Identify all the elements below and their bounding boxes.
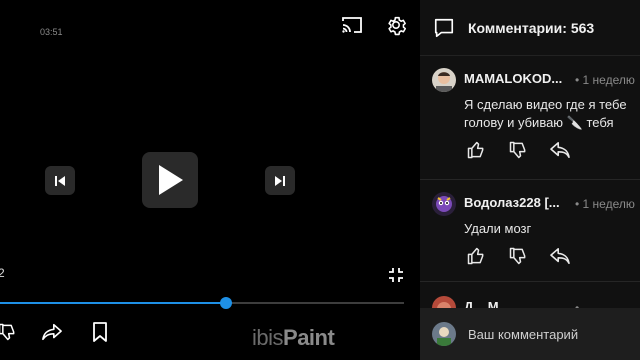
comment-item: Водолаз228 [... • 1 неделю Удали мозг <box>420 186 640 282</box>
comment-date: • 1 неделю <box>575 73 635 87</box>
comment-text: Удали мозг <box>464 221 532 236</box>
thumb-down-icon[interactable] <box>506 138 530 162</box>
seek-progress <box>0 302 227 304</box>
play-button[interactable] <box>142 152 198 208</box>
comment-icon <box>432 16 456 40</box>
comment-actions <box>464 138 594 162</box>
thumb-up-icon[interactable] <box>464 244 488 268</box>
seek-handle[interactable] <box>220 297 233 309</box>
comments-count-title: Комментарии: 563 <box>468 19 595 36</box>
thumb-down-icon[interactable] <box>0 320 19 344</box>
play-icon <box>159 165 183 195</box>
watermark-logo: ibisPaint <box>252 325 335 351</box>
comment-composer[interactable] <box>420 308 640 360</box>
avatar[interactable] <box>432 68 456 92</box>
video-player[interactable]: 03:51 2 ibisPaint <box>0 0 420 360</box>
comment-author[interactable]: MAMALOKOD... <box>464 71 562 86</box>
comment-input[interactable] <box>468 326 628 342</box>
avatar <box>432 322 456 346</box>
previous-button[interactable] <box>45 166 75 195</box>
bookmark-icon[interactable] <box>88 320 112 344</box>
skip-next-icon <box>275 175 285 186</box>
video-timestamp: 03:51 <box>40 27 63 37</box>
next-button[interactable] <box>265 166 295 195</box>
elapsed-time: 2 <box>0 266 5 280</box>
comments-header: Комментарии: 563 <box>420 0 640 56</box>
gear-icon[interactable] <box>383 12 409 38</box>
thumb-up-icon[interactable] <box>464 138 488 162</box>
reply-icon[interactable] <box>548 138 572 162</box>
comment-date: • 1 неделю <box>575 197 635 211</box>
comment-actions <box>464 244 594 268</box>
comments-panel: Комментарии: 563 MAMALOKOD... • 1 неделю… <box>420 0 640 360</box>
cast-icon[interactable] <box>339 12 365 38</box>
watermark-text-bold: Paint <box>283 325 335 350</box>
skip-previous-icon <box>55 175 65 186</box>
comment-text: Я сделаю видео где я тебе голову и убива… <box>464 97 627 130</box>
avatar[interactable] <box>432 192 456 216</box>
exit-fullscreen-icon[interactable] <box>385 264 407 286</box>
comment-author[interactable]: Водолаз228 [... <box>464 195 560 210</box>
watermark-text: ibis <box>252 325 284 350</box>
seek-bar[interactable] <box>0 297 404 309</box>
reply-icon[interactable] <box>548 244 572 268</box>
comment-item: MAMALOKOD... • 1 неделю Я сделаю видео г… <box>420 62 640 180</box>
thumb-down-icon[interactable] <box>506 244 530 268</box>
share-icon[interactable] <box>40 320 64 344</box>
